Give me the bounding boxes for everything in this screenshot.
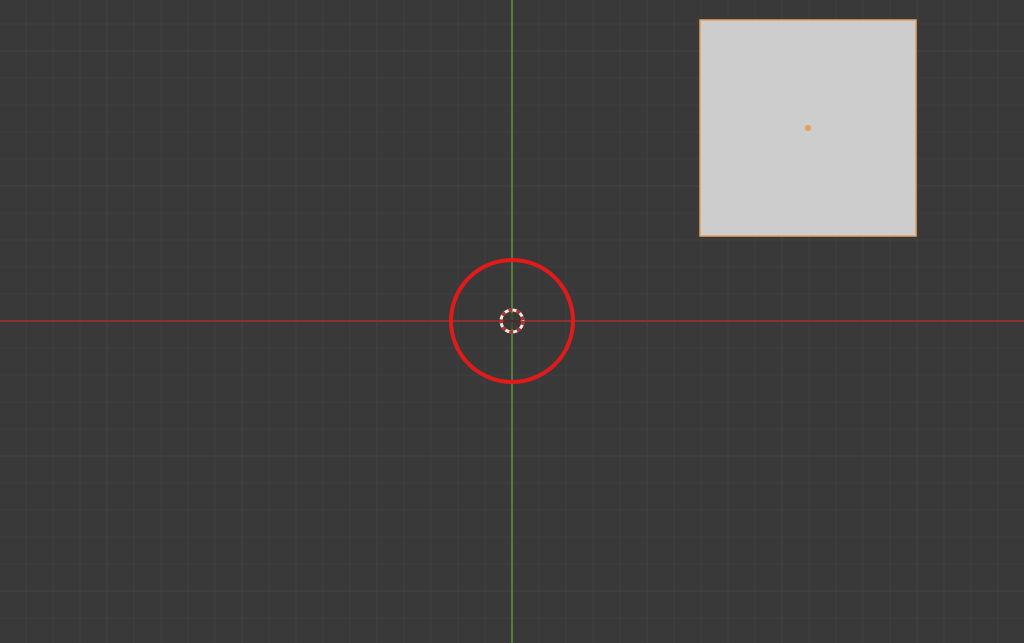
plane-origin-dot xyxy=(805,125,811,131)
3d-cursor-icon xyxy=(501,310,523,332)
scene-canvas[interactable] xyxy=(0,0,1024,643)
3d-viewport[interactable] xyxy=(0,0,1024,643)
